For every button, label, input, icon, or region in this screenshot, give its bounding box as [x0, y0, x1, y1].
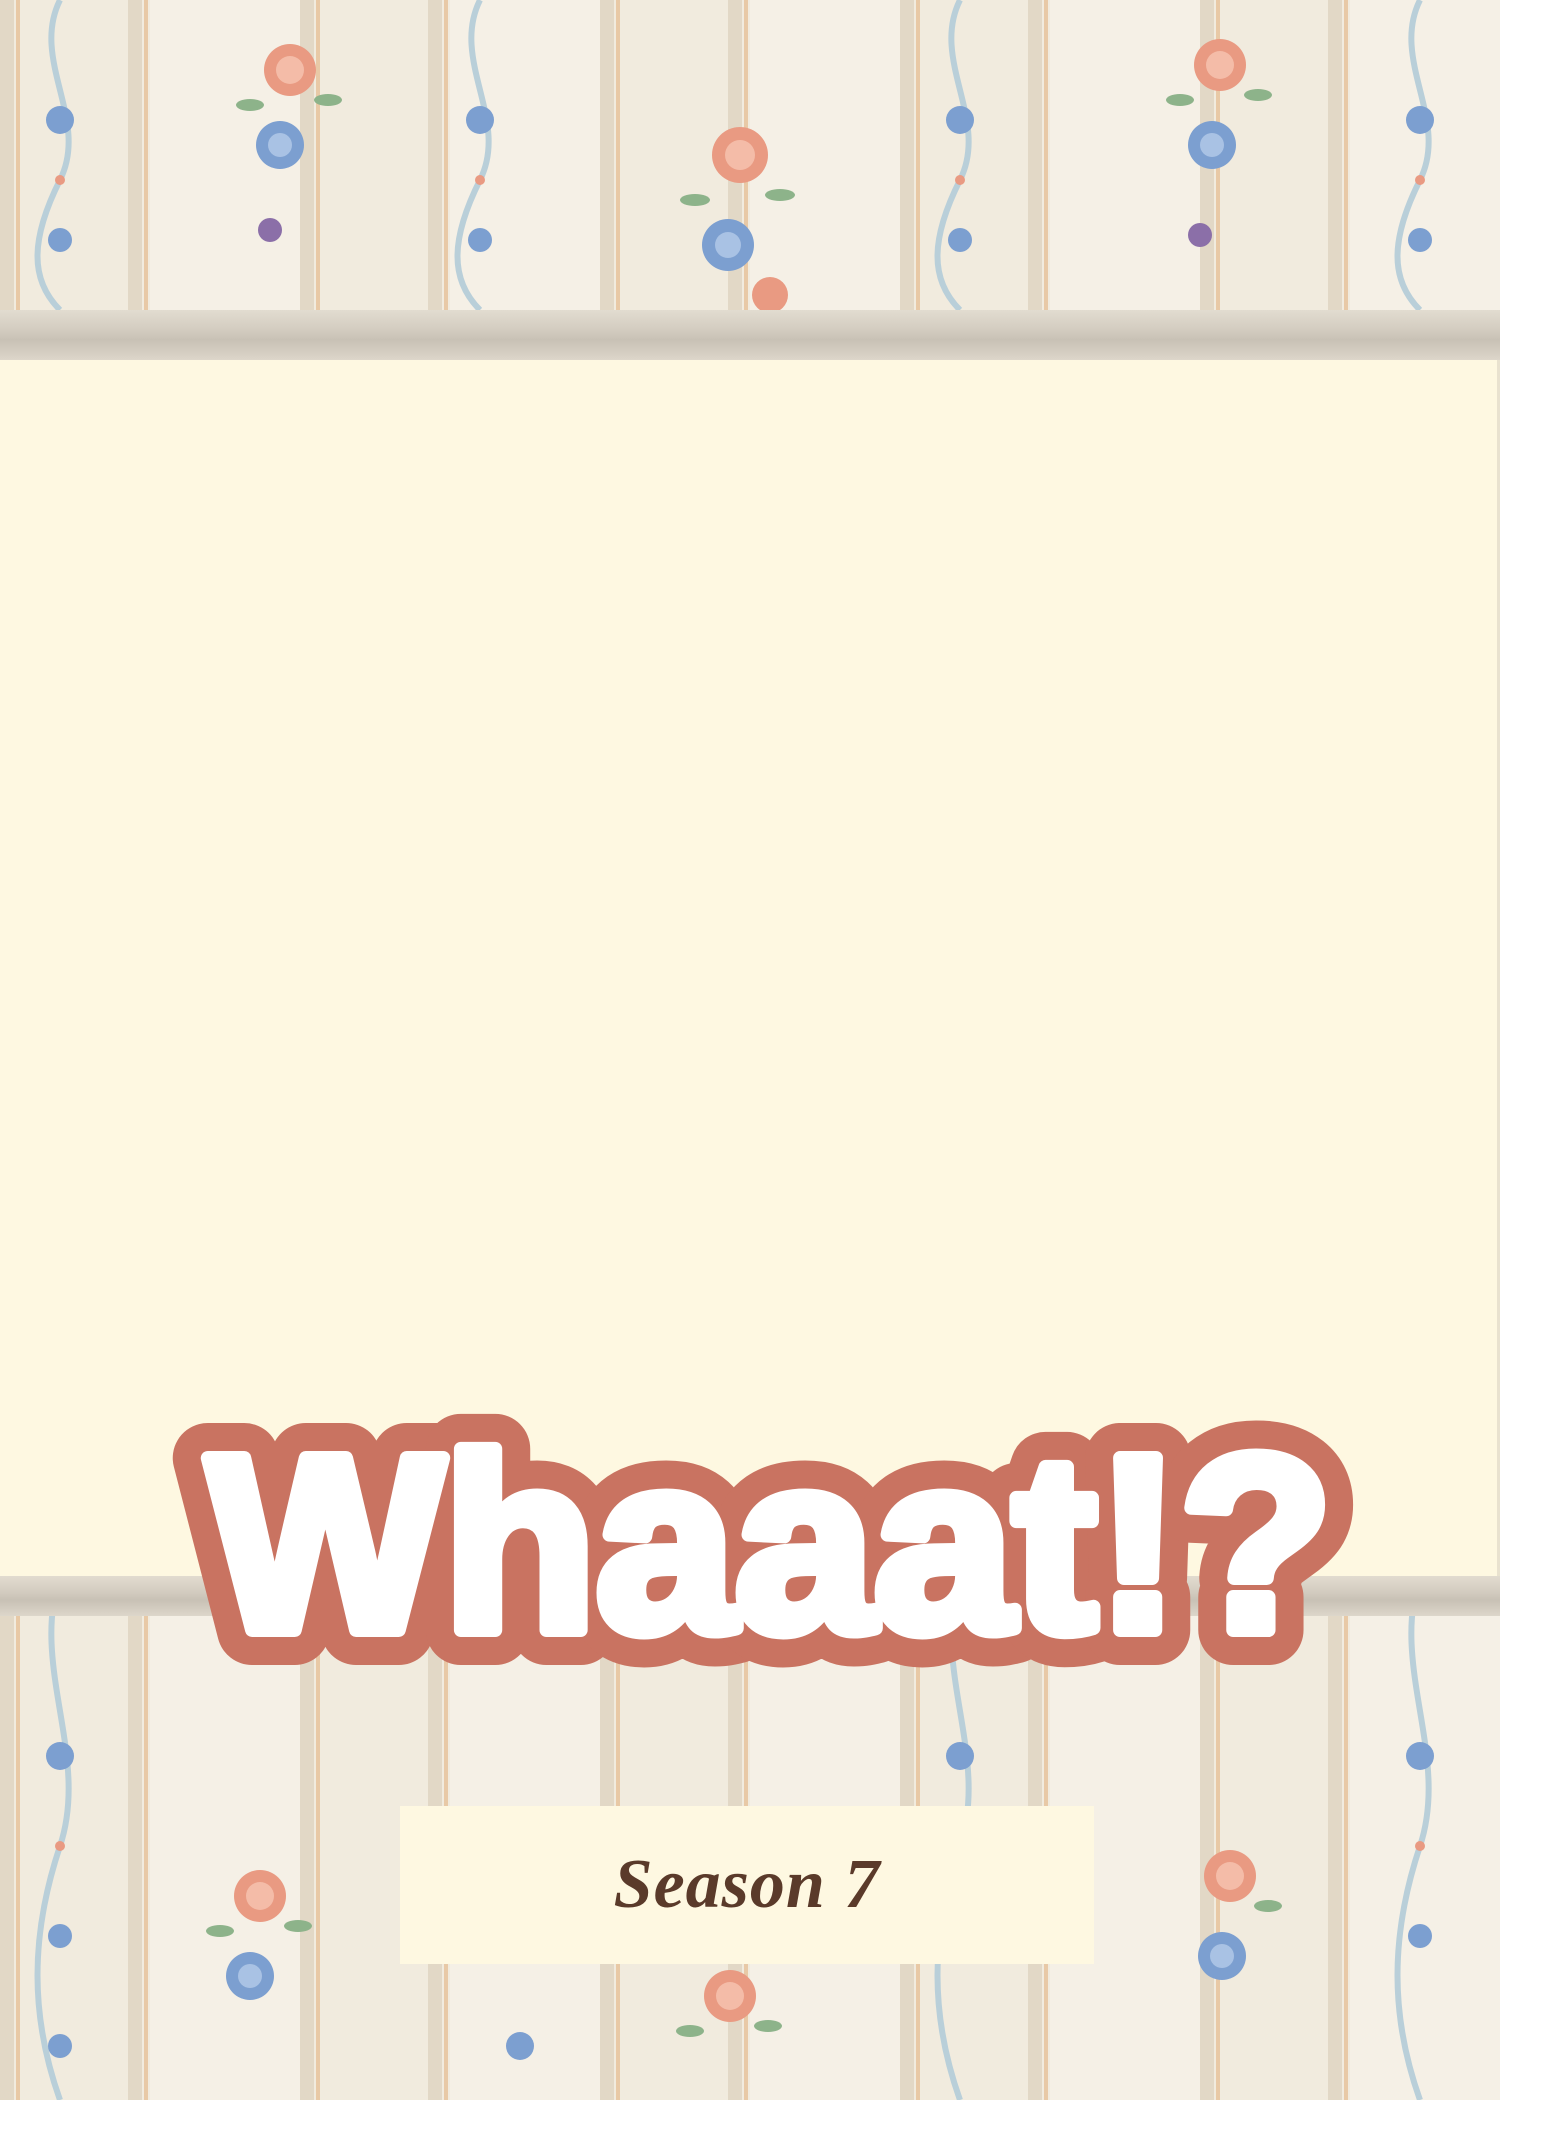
cover-card: Whaaat!? Whaaat!? Season 7 — [0, 0, 1500, 2100]
logo-text: Whaaat!? — [208, 1404, 1333, 1683]
whaaat-logo: Whaaat!? Whaaat!? — [173, 1369, 1368, 1718]
floral-wallpaper-top — [0, 0, 1500, 310]
chair-rail-top — [0, 310, 1500, 360]
season-label-box: Season 7 — [400, 1806, 1094, 1964]
season-label: Season 7 — [613, 1846, 881, 1923]
page: Whaaat!? Whaaat!? Season 7 — [0, 0, 1555, 2155]
